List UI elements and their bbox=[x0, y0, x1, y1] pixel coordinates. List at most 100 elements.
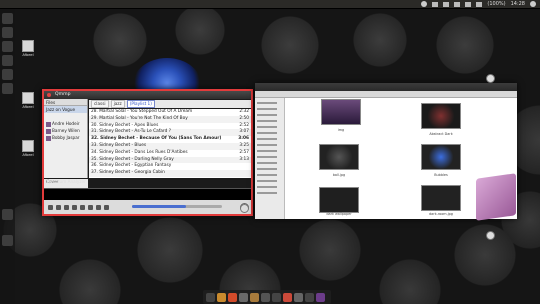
eject-icon[interactable] bbox=[88, 204, 93, 210]
list-item[interactable]: Jazz on Vogue bbox=[44, 106, 87, 113]
playlist-row[interactable]: 28. Martial Solal - You Stepped Out Of A… bbox=[89, 109, 251, 116]
thumbnail-label: Abstract Dark bbox=[429, 132, 453, 136]
list-item[interactable]: Andre Hodeir bbox=[44, 120, 87, 127]
sidebar-item[interactable] bbox=[257, 126, 277, 128]
folder-icon bbox=[46, 128, 51, 134]
volume-icon[interactable] bbox=[476, 1, 483, 7]
stop-icon[interactable] bbox=[72, 204, 77, 210]
folder-icon bbox=[46, 121, 51, 127]
sidebar-item[interactable] bbox=[257, 150, 277, 152]
track-duration: 2:50 bbox=[239, 115, 249, 121]
dock-app-icon[interactable] bbox=[294, 292, 303, 302]
playlist-row[interactable]: 32. Sidney Bechet - Because Of You (Sans… bbox=[89, 136, 251, 143]
image-thumbnail[interactable] bbox=[421, 103, 461, 129]
sidebar-item[interactable] bbox=[257, 108, 277, 110]
launcher-app-icon[interactable] bbox=[2, 55, 13, 66]
seek-slider[interactable] bbox=[132, 205, 222, 208]
dock-app-icon[interactable] bbox=[305, 292, 314, 302]
window-restore-icon[interactable] bbox=[240, 204, 249, 213]
image-thumbnail[interactable] bbox=[319, 144, 359, 170]
qmmp-titlebar[interactable]: Qmmp bbox=[44, 91, 251, 99]
track-duration: 2:57 bbox=[239, 149, 249, 155]
close-icon[interactable] bbox=[47, 93, 51, 97]
prev-icon[interactable] bbox=[48, 204, 53, 210]
list-item[interactable]: Barney Wilen bbox=[44, 127, 87, 134]
list-item[interactable]: Bobby Jaspar bbox=[44, 134, 87, 141]
list-item[interactable] bbox=[44, 113, 87, 120]
dock-app-icon[interactable] bbox=[250, 292, 259, 302]
dock-app-icon[interactable] bbox=[261, 292, 270, 302]
playlist-tabs: classi jazz (Playlist 1) bbox=[89, 100, 251, 108]
file-manager-titlebar[interactable] bbox=[255, 83, 517, 91]
launcher-app-icon[interactable] bbox=[2, 69, 13, 80]
tab-classi[interactable]: classi bbox=[91, 100, 109, 108]
dock-app-icon[interactable] bbox=[228, 292, 237, 302]
sidebar-item[interactable] bbox=[257, 102, 277, 104]
track-duration: 3:06 bbox=[238, 136, 249, 142]
sidebar-item[interactable] bbox=[257, 138, 277, 140]
thumbnail-label: dark-room.jpg bbox=[429, 212, 453, 216]
network-icon[interactable] bbox=[443, 1, 450, 7]
sidebar-item[interactable] bbox=[257, 132, 277, 134]
track-title: 29. Martial Solal - You're Not The Kind … bbox=[91, 115, 188, 121]
dock-app-icon[interactable] bbox=[283, 292, 292, 302]
track-duration: 3:13 bbox=[239, 156, 249, 162]
sidebar-item[interactable] bbox=[257, 186, 277, 188]
session-icon[interactable] bbox=[530, 1, 536, 7]
image-file-icon bbox=[22, 92, 34, 104]
dock-app-icon[interactable] bbox=[239, 292, 248, 302]
next-icon[interactable] bbox=[80, 204, 85, 210]
playlist-row[interactable]: 29. Martial Solal - You're Not The Kind … bbox=[89, 115, 251, 123]
track-duration: 3:25 bbox=[239, 142, 249, 148]
dock-app-icon[interactable] bbox=[206, 292, 215, 302]
image-thumbnail[interactable] bbox=[321, 99, 361, 125]
tab-playlist-1[interactable]: (Playlist 1) bbox=[126, 100, 155, 108]
battery-icon[interactable] bbox=[465, 1, 472, 7]
playlist-row[interactable]: 33. Sidney Bechet - Blues 3:25 bbox=[89, 142, 251, 150]
sidebar-item[interactable] bbox=[257, 180, 277, 182]
clock[interactable]: 14:28 bbox=[511, 1, 525, 7]
window-restore-icon[interactable] bbox=[486, 74, 495, 83]
sidebar-item[interactable] bbox=[257, 114, 277, 116]
desktop-icon[interactable]: Afbeel bbox=[16, 40, 40, 57]
image-thumbnail[interactable] bbox=[319, 187, 359, 213]
launcher-app-icon[interactable] bbox=[2, 235, 13, 246]
sidebar-item[interactable] bbox=[257, 162, 277, 164]
playlist-row[interactable]: 37. Sidney Bechet - Georgia Cabin bbox=[89, 170, 251, 177]
sidebar-item[interactable] bbox=[257, 192, 277, 194]
folder-icon[interactable] bbox=[476, 173, 516, 221]
launcher-app-icon[interactable] bbox=[2, 41, 13, 52]
qmmp-window[interactable]: Qmmp Files Jazz on Vogue Andre Hodeir Ba… bbox=[42, 89, 253, 216]
sidebar-item[interactable] bbox=[257, 120, 277, 122]
keyboard-icon[interactable] bbox=[432, 1, 439, 7]
dropbox-icon[interactable] bbox=[421, 1, 428, 7]
launcher-app-icon[interactable] bbox=[2, 13, 13, 24]
dock-app-icon[interactable] bbox=[316, 292, 325, 302]
mail-icon[interactable] bbox=[454, 1, 461, 7]
playlist-icon[interactable] bbox=[104, 204, 109, 210]
image-thumbnail[interactable] bbox=[421, 144, 461, 170]
player-controls bbox=[44, 200, 251, 214]
sidebar-item[interactable] bbox=[257, 174, 277, 176]
track-title: 37. Sidney Bechet - Georgia Cabin bbox=[91, 170, 165, 176]
play-icon[interactable] bbox=[56, 204, 61, 210]
sidebar-item[interactable] bbox=[257, 156, 277, 158]
launcher-app-icon[interactable] bbox=[2, 209, 13, 220]
sidebar-item[interactable] bbox=[257, 168, 277, 170]
equalizer-icon[interactable] bbox=[96, 204, 101, 210]
dock-app-icon[interactable] bbox=[272, 292, 281, 302]
launcher-app-icon[interactable] bbox=[2, 83, 13, 94]
sidebar-item[interactable] bbox=[257, 144, 277, 146]
track-title: 28. Martial Solal - You Stepped Out Of A… bbox=[91, 109, 193, 114]
thumbnail-label: Bubbles bbox=[434, 173, 448, 177]
image-thumbnail[interactable] bbox=[421, 185, 461, 211]
window-restore-icon[interactable] bbox=[486, 231, 495, 240]
launcher-app-icon[interactable] bbox=[2, 27, 13, 38]
desktop-icon[interactable]: Afbeel bbox=[16, 140, 40, 157]
track-title: 32. Sidney Bechet - Because Of You (Sans… bbox=[91, 136, 222, 142]
pause-icon[interactable] bbox=[64, 204, 69, 210]
playlist-row[interactable]: 34. Sidney Bechet - Dans Les Rues D'Anti… bbox=[89, 150, 251, 157]
desktop-icon[interactable]: Afbeel bbox=[16, 92, 40, 109]
tab-jazz[interactable]: jazz bbox=[110, 100, 125, 108]
dock-app-icon[interactable] bbox=[217, 292, 226, 302]
